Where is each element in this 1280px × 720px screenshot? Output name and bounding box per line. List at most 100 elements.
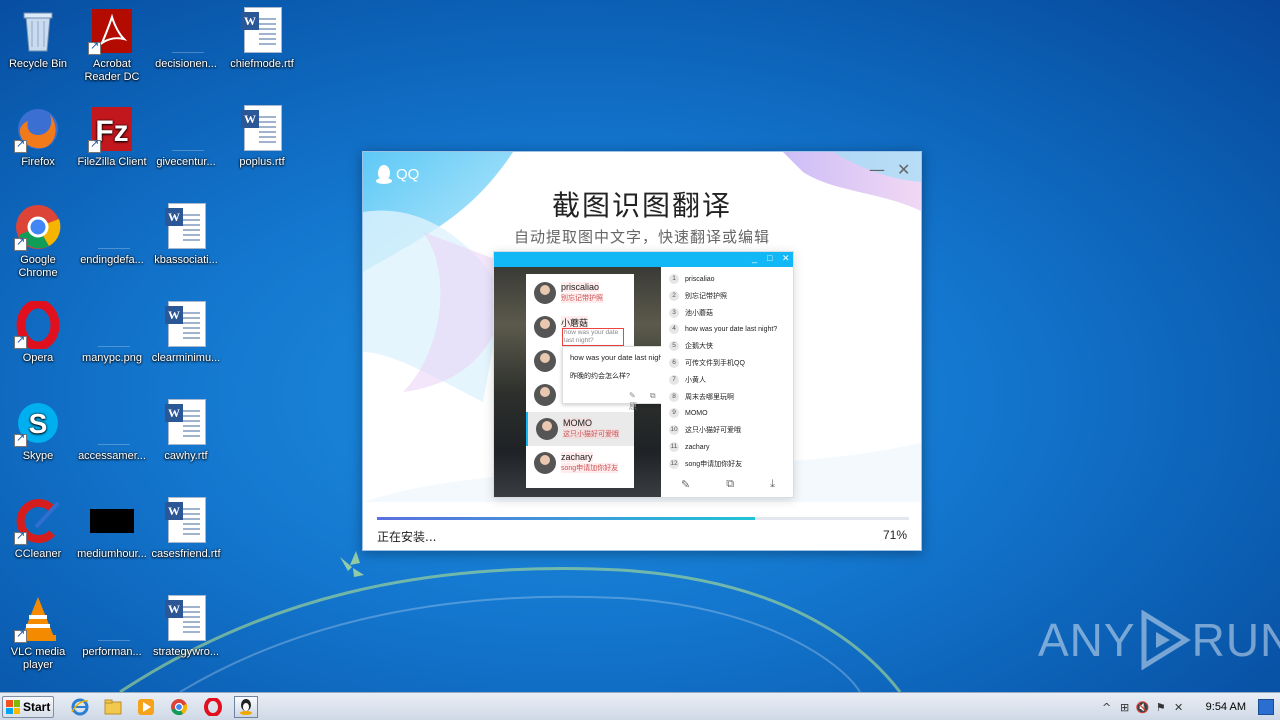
desktop-icon[interactable]: accessamer... bbox=[74, 399, 150, 463]
desktop-icon[interactable]: Google Chrome bbox=[0, 203, 76, 280]
start-button[interactable]: Start bbox=[2, 696, 54, 718]
desktop-icon[interactable]: endingdefa... bbox=[74, 203, 150, 267]
shortcut-arrow-icon bbox=[14, 334, 27, 349]
desktop-icon[interactable]: manypc.png bbox=[74, 301, 150, 365]
qq-installer-window: QQ — ✕ 截图识图翻译 自动提取图中文字，快速翻译或编辑 _ □ ✕ pri… bbox=[362, 151, 922, 551]
desktop-icon[interactable]: Wpoplus.rtf bbox=[224, 105, 300, 169]
preview-list-tools: ✎ ⧉ ⤓ bbox=[681, 478, 775, 491]
preview-chat-item: priscaliao 别忘记带护照 bbox=[526, 276, 634, 310]
firefox-icon bbox=[14, 105, 62, 153]
preview-ocr-row-number: 9 bbox=[669, 408, 679, 419]
desktop-icon-label: Google Chrome bbox=[18, 254, 58, 279]
shortcut-arrow-icon bbox=[14, 530, 27, 545]
image-file-icon bbox=[88, 497, 136, 545]
desktop-icon[interactable]: S Skype bbox=[0, 399, 76, 463]
preview-chat-name: MOMO bbox=[563, 418, 592, 428]
taskbar-explorer-icon[interactable] bbox=[101, 696, 125, 718]
desktop-icon[interactable]: Opera bbox=[0, 299, 76, 365]
taskbar-media-player-icon[interactable] bbox=[134, 696, 158, 718]
taskbar-qq-installer-icon[interactable] bbox=[234, 696, 258, 718]
avatar bbox=[534, 452, 556, 474]
install-progress-fill bbox=[377, 517, 755, 520]
qq-logo: QQ bbox=[375, 164, 419, 184]
system-tray: ^ ⊞ 🔇 ⚑ ✕ 9:54 AM bbox=[1098, 693, 1280, 720]
volume-icon[interactable]: 🔇 bbox=[1134, 701, 1152, 714]
shortcut-arrow-icon bbox=[14, 236, 27, 251]
preview-ocr-row-number: 1 bbox=[669, 274, 679, 284]
shortcut-arrow-icon bbox=[88, 138, 101, 153]
desktop-icon[interactable]: Wchiefmode.rtf bbox=[224, 7, 300, 71]
play-icon bbox=[1141, 610, 1191, 670]
install-percent-text: 71% bbox=[882, 528, 907, 542]
desktop-icon[interactable]: Wcasesfriend.rtf bbox=[148, 497, 224, 561]
blank-file-icon bbox=[88, 399, 136, 447]
preview-chat-item: MOMO 这只小猫好可爱哦 bbox=[526, 412, 634, 446]
desktop-icon[interactable]: givecentur... bbox=[148, 105, 224, 169]
preview-ocr-list: ✎ ⧉ ⤓ 1 priscaliao 2 别忘记带护照 3 池小蘑菇 4 how was yo… bbox=[661, 267, 793, 497]
preview-chat-message: song申请加你好友 bbox=[561, 463, 619, 473]
taskbar-opera-icon[interactable] bbox=[201, 696, 225, 718]
preview-ocr-row: 9 MOMO bbox=[669, 408, 708, 419]
action-center-flag-icon[interactable]: ⚑ bbox=[1152, 701, 1170, 714]
taskbar-chrome-icon[interactable] bbox=[167, 696, 191, 718]
desktop-icon[interactable]: Acrobat Reader DC bbox=[74, 7, 150, 84]
desktop-icon-label: Opera bbox=[22, 352, 54, 364]
clock[interactable]: 9:54 AM bbox=[1206, 701, 1246, 713]
word-doc-icon: W bbox=[162, 301, 210, 349]
show-hidden-icons-icon[interactable]: ^ bbox=[1098, 701, 1116, 714]
word-doc-icon: W bbox=[238, 105, 286, 153]
desktop-icon-label: cawhy.rtf bbox=[164, 450, 208, 462]
minimize-button[interactable]: — bbox=[869, 160, 885, 179]
preview-ocr-row-text: priscaliao bbox=[685, 275, 715, 283]
watermark-left-text: ANY bbox=[1038, 614, 1136, 666]
desktop-icon-label: decisionen... bbox=[155, 58, 217, 70]
preview-chat-item: zachary song申请加你好友 bbox=[526, 446, 634, 480]
preview-ocr-row-number: 10 bbox=[669, 425, 679, 436]
desktop-icon[interactable]: Fz FileZilla Client bbox=[74, 105, 150, 169]
show-desktop-button[interactable] bbox=[1258, 699, 1274, 715]
feature-preview: _ □ ✕ priscaliao 别忘记带护照 小蘑菇 MOMO 这只小猫好可爱哦 zac… bbox=[493, 251, 794, 498]
close-button[interactable]: ✕ bbox=[897, 160, 910, 179]
blank-file-icon bbox=[162, 7, 210, 55]
desktop-icon-label: strategywro... bbox=[152, 646, 220, 658]
desktop-icon-label: CCleaner bbox=[14, 548, 62, 560]
preview-ocr-row-number: 11 bbox=[669, 442, 679, 452]
preview-ocr-row-text: 可传文件到手机QQ bbox=[685, 360, 745, 367]
desktop-icon[interactable]: Wkbassociati... bbox=[148, 203, 224, 267]
blank-file-icon bbox=[162, 105, 210, 153]
tooltip-translated-text: 昨晚的约会怎么样? bbox=[570, 373, 630, 380]
desktop-icon[interactable]: Wclearminimu... bbox=[148, 301, 224, 365]
edit-icon: ✎ bbox=[681, 479, 691, 491]
tray-x-icon[interactable]: ✕ bbox=[1170, 701, 1188, 714]
install-status-text: 正在安装... bbox=[377, 530, 437, 544]
preview-ocr-row: 7 小黄人 bbox=[669, 374, 706, 385]
desktop-icon[interactable]: Recycle Bin bbox=[0, 7, 76, 71]
desktop-icon[interactable]: Wstrategywro... bbox=[148, 595, 224, 659]
desktop-icon[interactable]: CCleaner bbox=[0, 497, 76, 561]
tooltip-source-text: how was your date last night? bbox=[570, 353, 669, 362]
install-progress-bar bbox=[377, 517, 909, 520]
preview-chat-message: 别忘记带护照 bbox=[561, 293, 603, 303]
preview-ocr-row-number: 6 bbox=[669, 358, 679, 368]
preview-ocr-row: 11 zachary bbox=[669, 442, 710, 452]
taskbar-ie-icon[interactable] bbox=[68, 696, 92, 718]
preview-chat-name: priscaliao bbox=[561, 282, 600, 292]
desktop-icon[interactable]: performan... bbox=[74, 595, 150, 659]
network-icon[interactable]: ⊞ bbox=[1116, 701, 1134, 714]
avatar bbox=[534, 384, 556, 406]
desktop-icon-label: manypc.png bbox=[82, 352, 142, 364]
desktop-icon[interactable]: decisionen... bbox=[148, 7, 224, 71]
desktop-icon[interactable]: Wcawhy.rtf bbox=[148, 399, 224, 463]
preview-ocr-row-number: 12 bbox=[669, 458, 679, 469]
blank-file-icon bbox=[88, 595, 136, 643]
shortcut-arrow-icon bbox=[14, 432, 27, 447]
word-doc-icon: W bbox=[162, 595, 210, 643]
preview-ocr-row-text: zachary bbox=[685, 443, 710, 451]
preview-ocr-row-text: how was your date last night? bbox=[685, 325, 778, 333]
desktop-icon[interactable]: mediumhour... bbox=[74, 497, 150, 561]
desktop-icon-label: endingdefa... bbox=[80, 254, 144, 266]
desktop-icon[interactable]: Firefox bbox=[0, 105, 76, 169]
desktop-icon-label: Recycle Bin bbox=[8, 58, 68, 70]
preview-ocr-row: 1 priscaliao bbox=[669, 274, 715, 284]
desktop-icon[interactable]: VLC media player bbox=[0, 595, 76, 672]
